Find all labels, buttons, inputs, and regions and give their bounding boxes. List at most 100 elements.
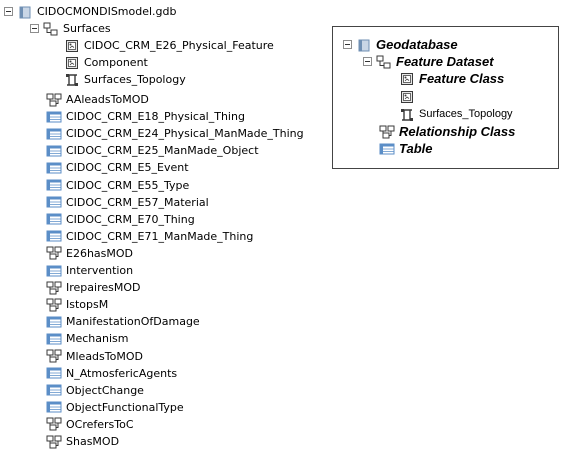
tree-item-label: CIDOC_CRM_E70_Thing (66, 212, 195, 226)
tree-item-label: ObjectFunctionalType (66, 400, 184, 414)
tree-item[interactable]: E26hasMOD (46, 245, 133, 262)
legend-feature-class: Feature Class (399, 70, 504, 87)
tree-item[interactable]: IstopsM (46, 296, 108, 313)
icon-legend: Geodatabase Feature Dataset Feature Clas… (332, 26, 559, 169)
topology-icon (399, 108, 415, 122)
relationship-class-icon (46, 349, 62, 363)
tree-item[interactable]: ManifestationOfDamage (46, 313, 200, 330)
feature-class-icon (399, 72, 415, 86)
legend-feature-dataset-label: Feature Dataset (396, 54, 494, 69)
topology-icon (64, 73, 80, 87)
table-icon (46, 332, 62, 346)
tree-item-label: CIDOC_CRM_E5_Event (66, 161, 189, 175)
relationship-class-icon (46, 435, 62, 449)
table-icon (379, 142, 395, 156)
legend-relationship-class: Relationship Class (379, 123, 515, 140)
tree-item[interactable]: Mechanism (46, 330, 129, 347)
tree-item[interactable]: N_AtmosfericAgents (46, 365, 177, 382)
tree-item-label: ShasMOD (66, 435, 120, 448)
tree-item-label: ManifestationOfDamage (66, 315, 200, 329)
tree-dataset[interactable]: Surfaces (30, 20, 111, 37)
table-icon (46, 195, 62, 209)
legend-topology-label: Surfaces_Topology (419, 108, 513, 120)
tree-item[interactable]: CIDOC_CRM_E18_Physical_Thing (46, 108, 245, 125)
tree-item[interactable]: CIDOC_CRM_E71_ManMade_Thing (46, 228, 253, 245)
table-icon (46, 383, 62, 397)
tree-item[interactable]: CIDOC_CRM_E26_Physical_Feature (64, 37, 274, 54)
tree-item-label: CIDOC_CRM_E18_Physical_Thing (66, 110, 245, 124)
table-icon (46, 127, 62, 141)
tree-item[interactable]: Component (64, 54, 148, 71)
tree-item[interactable]: OCrefersToC (46, 416, 134, 433)
feature-class-icon (64, 56, 80, 70)
table-icon (46, 178, 62, 192)
tree-item-label: IrepairesMOD (66, 281, 141, 295)
tree-item[interactable]: IrepairesMOD (46, 279, 140, 296)
relationship-class-icon (46, 298, 62, 312)
legend-geodatabase: Geodatabase (343, 36, 458, 53)
legend-feature-class-label: Feature Class (419, 71, 505, 86)
tree-item-label: Mechanism (66, 332, 129, 346)
collapse-toggle[interactable] (30, 24, 39, 33)
tree-item-label: MleadsToMOD (66, 349, 143, 363)
feature-class-icon (64, 39, 80, 53)
tree-root[interactable]: CIDOCMONDISmodel.gdb (4, 3, 177, 20)
legend-feature-dataset: Feature Dataset (363, 53, 494, 70)
tree-item-label: CIDOC_CRM_E25_ManMade_Object (66, 144, 259, 158)
tree-item-label: AAleadsToMOD (66, 93, 149, 106)
tree-item[interactable]: MleadsToMOD (46, 348, 143, 365)
relationship-class-icon (46, 246, 62, 260)
legend-relationship-class-label: Relationship Class (399, 124, 516, 139)
tree-item[interactable]: ObjectChange (46, 382, 144, 399)
tree-root-label: CIDOCMONDISmodel.gdb (37, 5, 177, 18)
tree-item[interactable]: CIDOC_CRM_E57_Material (46, 194, 209, 211)
tree-dataset-label: Surfaces (63, 22, 111, 35)
table-icon (46, 212, 62, 226)
collapse-toggle[interactable] (4, 7, 13, 16)
collapse-toggle (343, 40, 352, 49)
legend-feature-class-2 (399, 88, 419, 105)
tree-item-label: CIDOC_CRM_E24_Physical_ManMade_Thing (66, 127, 304, 141)
legend-geodatabase-label: Geodatabase (376, 37, 458, 52)
tree-item-label: CIDOC_CRM_E71_ManMade_Thing (66, 229, 254, 243)
tree-item[interactable]: Surfaces_Topology (64, 71, 186, 88)
collapse-toggle (363, 57, 372, 66)
tree-item-label: CIDOC_CRM_E57_Material (66, 195, 209, 209)
legend-table: Table (379, 140, 432, 157)
tree-item[interactable]: ShasMOD (46, 433, 119, 450)
database-icon (356, 38, 372, 52)
tree-item-label: Intervention (66, 264, 134, 277)
tree-item-label: OCrefersToC (66, 417, 134, 431)
tree-item[interactable]: CIDOC_CRM_E5_Event (46, 159, 189, 176)
tree-item[interactable]: AAleadsToMOD (46, 91, 149, 108)
tree-item-label: Surfaces_Topology (84, 73, 186, 87)
table-icon (46, 366, 62, 380)
tree-item[interactable]: CIDOC_CRM_E70_Thing (46, 211, 195, 228)
relationship-class-icon (46, 281, 62, 295)
relationship-class-icon (46, 417, 62, 431)
feature-dataset-icon (376, 55, 392, 69)
legend-table-label: Table (399, 141, 433, 156)
tree-item[interactable]: ObjectFunctionalType (46, 399, 184, 416)
tree-item-label: Component (84, 56, 148, 70)
database-icon (17, 5, 33, 19)
relationship-class-icon (46, 93, 62, 107)
table-icon (46, 161, 62, 175)
tree-item-label: ObjectChange (66, 383, 144, 397)
table-icon (46, 144, 62, 158)
tree-item[interactable]: CIDOC_CRM_E25_ManMade_Object (46, 142, 259, 159)
feature-dataset-icon (43, 22, 59, 36)
table-icon (46, 229, 62, 243)
feature-class-icon (399, 90, 415, 104)
table-icon (46, 110, 62, 124)
table-icon (46, 315, 62, 329)
tree-item[interactable]: CIDOC_CRM_E55_Type (46, 177, 189, 194)
legend-topology: Surfaces_Topology (399, 106, 513, 123)
tree-item[interactable]: CIDOC_CRM_E24_Physical_ManMade_Thing (46, 125, 304, 142)
tree-item[interactable]: Intervention (46, 262, 133, 279)
tree-item-label: N_AtmosfericAgents (66, 366, 178, 380)
tree-item-label: E26hasMOD (66, 246, 134, 260)
relationship-class-icon (379, 125, 395, 139)
tree-item-label: IstopsM (66, 298, 109, 312)
geodatabase-tree: CIDOCMONDISmodel.gdb Surfaces CIDOC_CRM_… (0, 0, 310, 449)
